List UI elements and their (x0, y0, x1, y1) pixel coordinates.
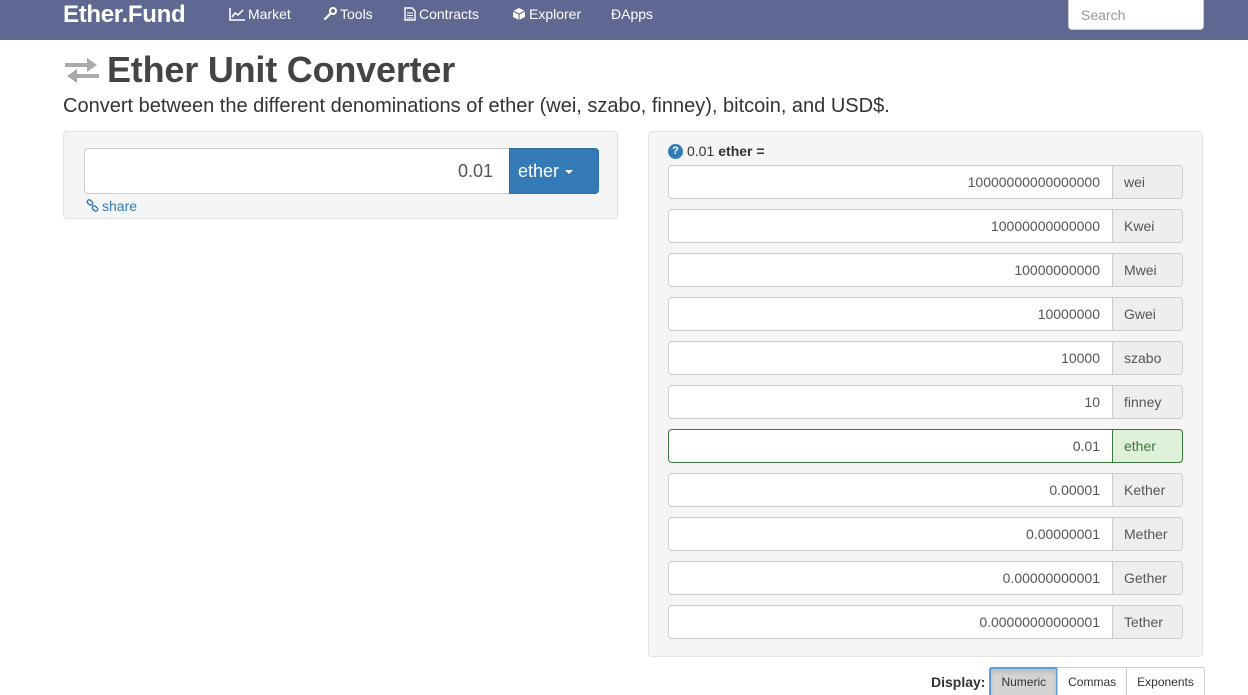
results-heading-value: 0.01 (687, 143, 715, 159)
results-panel: ? 0.01 ether = wei Kwei Mwei Gwei szabo finne… (648, 131, 1203, 657)
result-value-input[interactable] (668, 473, 1113, 507)
share-label: share (102, 198, 138, 214)
result-row-finney: finney (668, 385, 1183, 419)
result-row-tether: Tether (668, 605, 1183, 639)
result-value-input[interactable] (668, 385, 1113, 419)
result-value-input[interactable] (668, 341, 1113, 375)
result-row-kether: Kether (668, 473, 1183, 507)
document-icon (404, 7, 416, 21)
nav-dapps-label: ÐApps (611, 6, 654, 22)
result-row-gether: Gether (668, 561, 1183, 595)
page-header: Ether Unit Converter (63, 49, 456, 90)
result-value-input[interactable] (668, 429, 1113, 463)
result-unit-label: Kwei (1113, 209, 1183, 243)
result-value-input[interactable] (668, 165, 1113, 199)
result-value-input[interactable] (668, 561, 1113, 595)
unit-dropdown-label: ether (518, 160, 560, 181)
result-value-input[interactable] (668, 605, 1113, 639)
nav-market[interactable]: Market (229, 5, 291, 23)
page-subtitle: Convert between the different denominati… (63, 95, 890, 117)
nav-tools-label: Tools (340, 6, 373, 22)
chart-line-icon (229, 7, 245, 21)
results-heading-unit: ether = (718, 143, 765, 159)
caret-down-icon (565, 170, 574, 174)
brand-logo[interactable]: Ether.Fund (63, 0, 186, 30)
result-unit-label: wei (1113, 165, 1183, 199)
swap-arrows-icon (65, 58, 99, 83)
share-link[interactable]: share (86, 198, 137, 214)
result-unit-label: Mether (1113, 517, 1183, 551)
amount-input[interactable] (84, 148, 509, 194)
display-toggle: Display: Numeric Commas Exponents (931, 667, 1205, 695)
result-unit-label: Gether (1113, 561, 1183, 595)
nav-dapps[interactable]: ÐApps (611, 5, 653, 23)
result-value-input[interactable] (668, 517, 1113, 551)
result-unit-label: ether (1113, 429, 1183, 463)
result-unit-label: Mwei (1113, 253, 1183, 287)
results-heading: ? 0.01 ether = (668, 143, 765, 159)
search-input[interactable] (1068, 0, 1204, 30)
result-row-ether: ether (668, 429, 1183, 463)
page-title: Ether Unit Converter (107, 49, 456, 90)
result-value-input[interactable] (668, 297, 1113, 331)
result-row-kwei: Kwei (668, 209, 1183, 243)
nav-contracts[interactable]: Contracts (404, 5, 479, 23)
unit-dropdown-button[interactable]: ether (509, 148, 599, 194)
result-unit-label: Kether (1113, 473, 1183, 507)
display-button-group: Numeric Commas Exponents (989, 667, 1205, 695)
result-row-gwei: Gwei (668, 297, 1183, 331)
result-unit-label: szabo (1113, 341, 1183, 375)
result-unit-label: Gwei (1113, 297, 1183, 331)
display-exponents-button[interactable]: Exponents (1126, 667, 1205, 695)
display-commas-button[interactable]: Commas (1057, 667, 1128, 695)
nav-explorer-label: Explorer (529, 6, 582, 22)
result-row-mwei: Mwei (668, 253, 1183, 287)
nav-explorer[interactable]: Explorer (512, 5, 581, 23)
top-navbar: Ether.Fund Market Tools Contracts Explor… (0, 0, 1248, 40)
display-numeric-button[interactable]: Numeric (989, 667, 1059, 695)
wrench-icon (323, 7, 337, 21)
nav-contracts-label: Contracts (419, 6, 479, 22)
display-label: Display: (931, 674, 986, 690)
help-icon[interactable]: ? (668, 143, 683, 159)
link-icon (86, 199, 99, 212)
result-row-mether: Mether (668, 517, 1183, 551)
result-value-input[interactable] (668, 209, 1113, 243)
nav-tools[interactable]: Tools (323, 5, 373, 23)
cube-icon (512, 8, 526, 20)
nav-market-label: Market (248, 6, 291, 22)
result-row-wei: wei (668, 165, 1183, 199)
converter-panel: ether share (63, 131, 618, 219)
result-unit-label: Tether (1113, 605, 1183, 639)
result-value-input[interactable] (668, 253, 1113, 287)
result-row-szabo: szabo (668, 341, 1183, 375)
result-unit-label: finney (1113, 385, 1183, 419)
